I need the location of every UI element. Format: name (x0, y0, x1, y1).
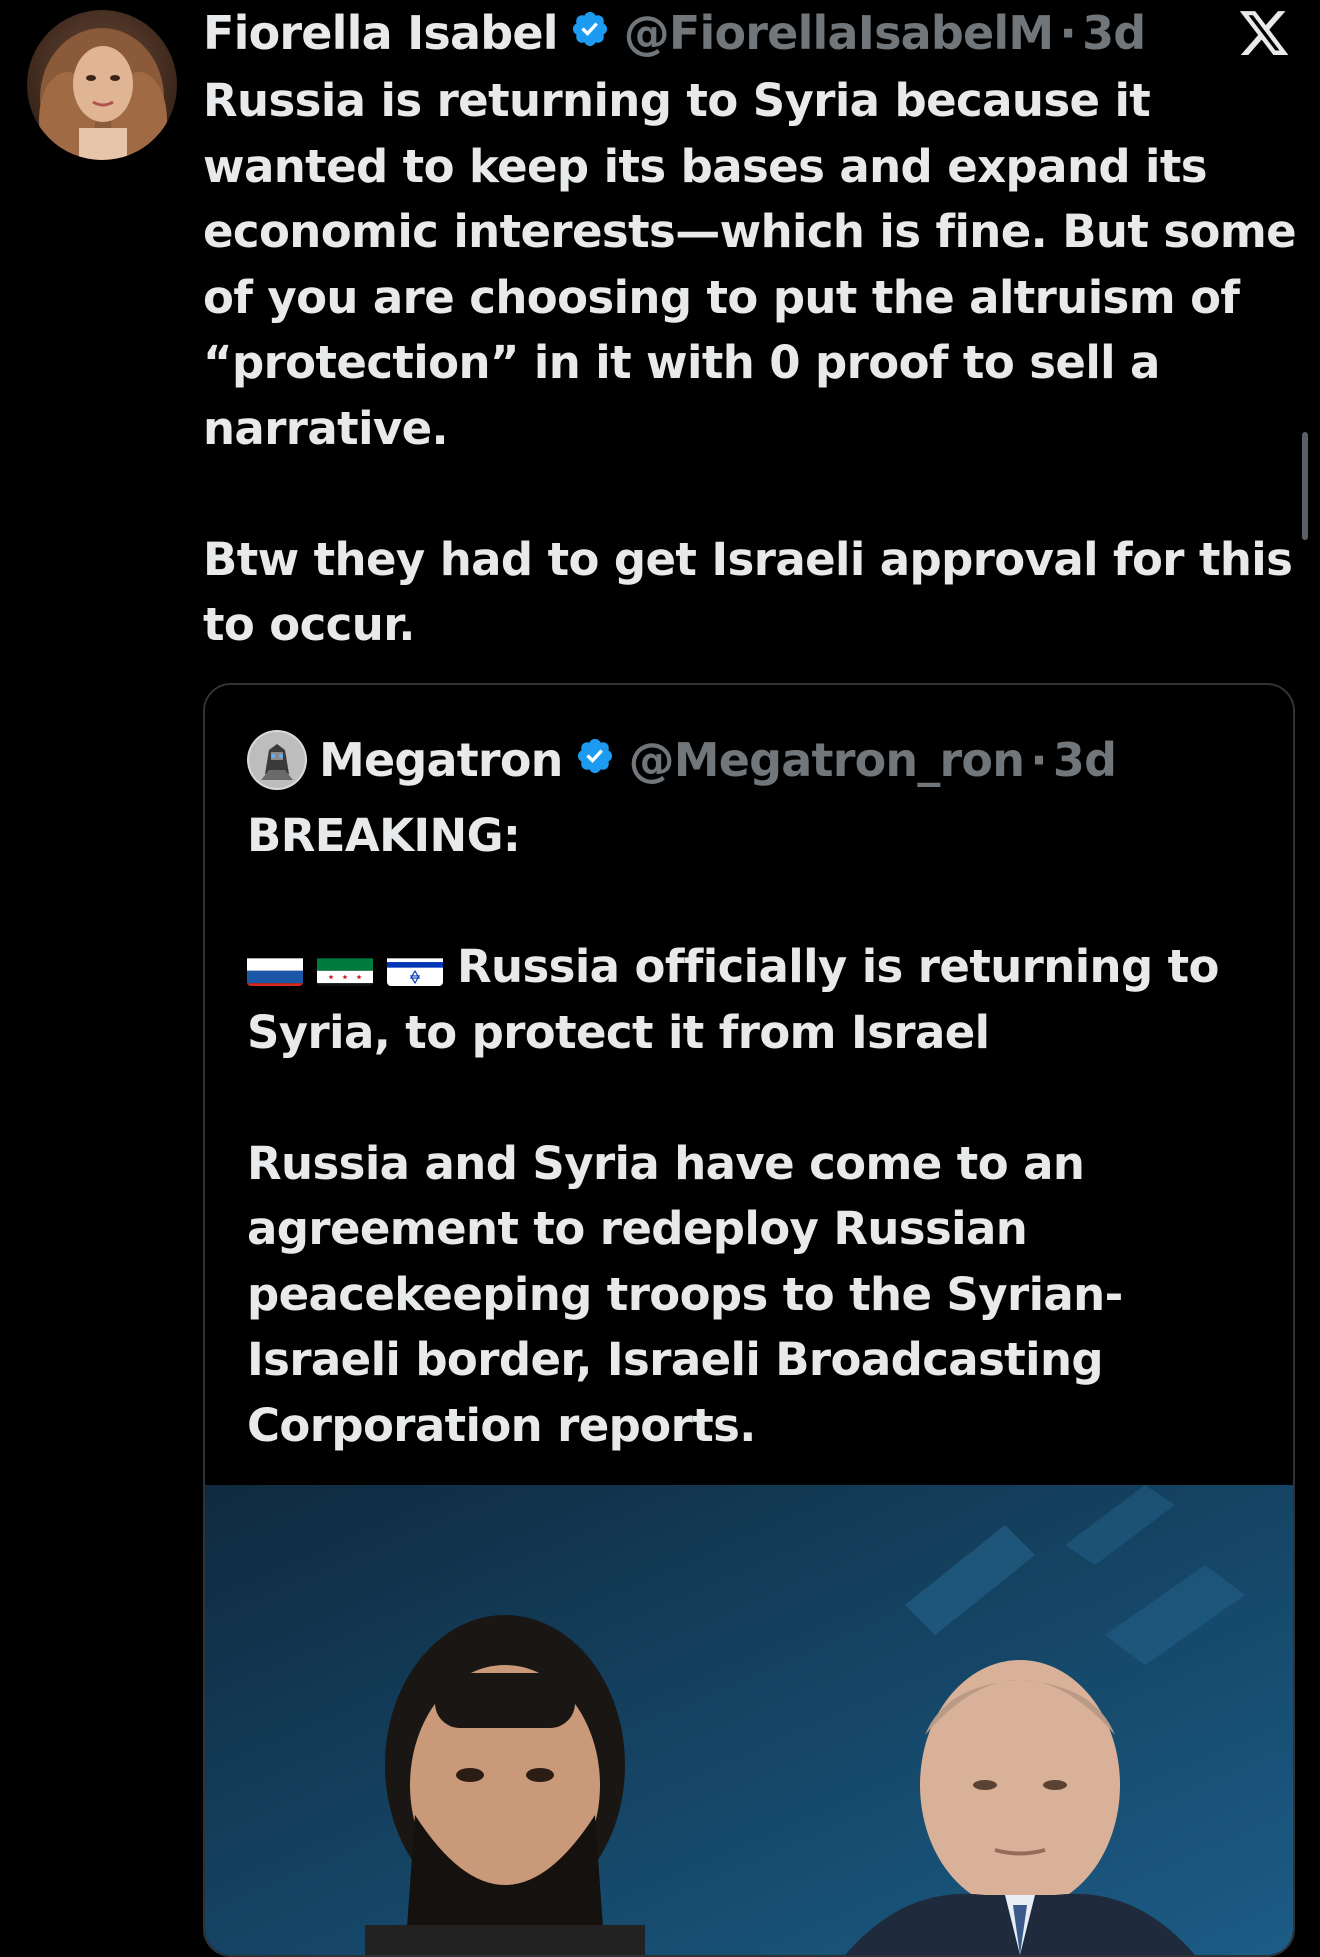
quoted-tweet-header: Megatron @Megatron_ron · 3d (247, 727, 1117, 793)
tweet-text: Russia is returning to Syria because it … (203, 68, 1313, 658)
verified-badge-icon (570, 6, 610, 60)
quoted-tweet-text: BREAKING: Russia officially is returning… (247, 803, 1257, 1458)
tweet-timestamp[interactable]: 3d (1082, 6, 1146, 60)
author-avatar[interactable] (27, 10, 177, 160)
israel-flag-icon (387, 948, 443, 986)
scrollbar-thumb[interactable] (1302, 432, 1308, 540)
quoted-tweet-card[interactable]: Megatron @Megatron_ron · 3d BREAKING: Ru… (203, 683, 1295, 1957)
russia-flag-icon (247, 948, 303, 986)
quoted-flag-line: Russia officially is returning to Syria,… (247, 934, 1257, 1065)
quoted-author-avatar (247, 730, 307, 790)
separator-dot: · (1059, 6, 1077, 60)
author-name[interactable]: Fiorella Isabel (203, 6, 559, 60)
tweet-header: Fiorella Isabel @FiorellaIsabelM · 3d (203, 2, 1146, 64)
flag-group (247, 948, 443, 986)
quoted-headline: BREAKING: (247, 809, 521, 862)
quoted-author-name[interactable]: Megatron (319, 733, 563, 787)
quoted-tweet-image[interactable] (205, 1485, 1293, 1955)
separator-dot: · (1030, 733, 1047, 787)
quoted-author-handle[interactable]: @Megatron_ron (629, 733, 1025, 787)
quoted-body: Russia and Syria have come to an agreeme… (247, 1136, 1123, 1452)
syria-flag-icon (317, 948, 373, 986)
verified-badge-icon (575, 733, 615, 787)
author-handle[interactable]: @FiorellaIsabelM (624, 6, 1054, 60)
x-logo-icon[interactable] (1237, 6, 1291, 60)
tweet-paragraph: Btw they had to get Israeli approval for… (203, 532, 1293, 652)
quoted-tweet-timestamp[interactable]: 3d (1053, 733, 1117, 787)
tweet-paragraph: Russia is returning to Syria because it … (203, 74, 1297, 455)
